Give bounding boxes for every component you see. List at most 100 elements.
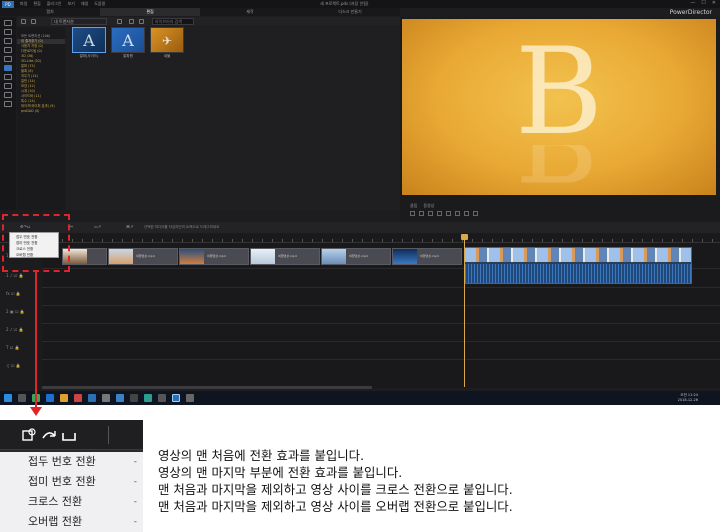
pip-room-icon[interactable] [4, 38, 12, 44]
title-room-icon[interactable] [4, 56, 12, 62]
minimize-icon[interactable]: — [690, 0, 695, 6]
taskbar-app-icon[interactable] [144, 394, 152, 402]
ruler-tick [612, 239, 613, 242]
menu-item-view[interactable]: 보기 [67, 1, 74, 7]
ruler-tick [472, 239, 473, 242]
search-icon[interactable] [18, 394, 26, 402]
ruler-tick [532, 239, 533, 242]
plugin-icon[interactable] [31, 19, 36, 24]
split-icon[interactable]: ✂ [70, 224, 73, 229]
tools-icon[interactable]: ⌘↗ [126, 224, 133, 229]
category-item[interactable]: proDAD (0) [17, 109, 65, 114]
transition-room-icon[interactable] [4, 65, 12, 71]
menu-item-prefix-transition[interactable]: 접두 번호 전환 - [0, 452, 143, 472]
import-icon[interactable] [21, 19, 26, 24]
video-track-2-label: 2 ▣ ☑ 🔒 [6, 309, 25, 314]
transition-thumbnail[interactable]: A 알파(사이드) [72, 27, 106, 61]
powerdirector-taskbar-icon[interactable] [172, 394, 180, 402]
bracket-icon[interactable] [62, 428, 76, 442]
taskbar-app-icon[interactable] [74, 394, 82, 402]
tab-edit[interactable]: 편집 [100, 8, 200, 16]
taskbar-app-icon[interactable] [88, 394, 96, 402]
selected-video-clip[interactable] [464, 247, 692, 284]
playhead[interactable] [464, 234, 465, 387]
tab-capture[interactable]: 캡처 [0, 8, 100, 16]
ruler-tick [552, 239, 553, 242]
play-icon[interactable] [410, 211, 415, 216]
timeline-tracks[interactable]: 여행영상.mp4 여행영상.mp4 여행영상.mp4 여행영상.mp4 여행영상… [42, 243, 720, 388]
redo-curve-icon[interactable] [42, 428, 56, 442]
view-icon[interactable] [117, 19, 122, 24]
fix-enhance-icon[interactable]: ▭↗ [94, 224, 101, 229]
timeline-clip[interactable]: 여행영상.mp4 [392, 248, 462, 265]
chapter-room-icon[interactable] [4, 92, 12, 98]
timeline-scrollbar[interactable] [42, 386, 372, 389]
taskbar-app-icon[interactable] [46, 394, 54, 402]
annotation-arrow-line [35, 272, 37, 408]
display-icon[interactable] [473, 211, 478, 216]
menu-item-playback[interactable]: 재생 [81, 1, 88, 7]
next-frame-icon[interactable] [437, 211, 442, 216]
taskbar-app-icon[interactable] [186, 394, 194, 402]
taskbar-app-icon[interactable] [116, 394, 124, 402]
timeline-ruler[interactable] [0, 233, 720, 243]
menu-bar: 파일 편집 플러그인 보기 재생 도움말 [20, 1, 105, 7]
effect-room-icon[interactable] [4, 29, 12, 35]
ruler-tick [662, 239, 663, 242]
particle-room-icon[interactable] [4, 47, 12, 53]
ruler-tick [242, 239, 243, 242]
menu-item-overlap-transition[interactable]: 오버랩 전환 - [0, 512, 143, 532]
taskbar-app-icon[interactable] [158, 394, 166, 402]
tab-produce[interactable]: 제작 [200, 8, 300, 16]
menu-item-edit[interactable]: 편집 [33, 1, 40, 7]
subtitle-room-icon[interactable] [4, 101, 12, 107]
list-icon[interactable] [139, 19, 144, 24]
zoomed-transition-menu: 접두 번호 전환 - 접미 번호 전환 - 크로스 전환 - 오버랩 전환 - [0, 420, 143, 532]
menu-item-cross-transition[interactable]: 크로스 전환 - [0, 492, 143, 512]
timeline-clip[interactable]: 여행영상.mp4 [108, 248, 178, 265]
grid-icon[interactable] [129, 19, 134, 24]
ruler-tick [72, 239, 73, 242]
transition-gear-icon[interactable] [22, 428, 36, 442]
stop-icon[interactable] [419, 211, 424, 216]
menu-item-plugin[interactable]: 플러그인 [47, 1, 62, 7]
transition-thumbnail[interactable]: ✈ 새물 [150, 27, 184, 61]
library-dropdown[interactable]: 내 트랜지션 [51, 18, 107, 25]
playhead-handle[interactable] [461, 234, 468, 240]
library-search-input[interactable]: 라이브러리 검색 [152, 18, 194, 25]
clip-label: 여행영상.mp4 [278, 254, 297, 258]
menu-item-file[interactable]: 파일 [20, 1, 27, 7]
ruler-tick [172, 239, 173, 242]
folder-icon[interactable] [60, 394, 68, 402]
taskbar-app-icon[interactable] [130, 394, 138, 402]
timeline-clip[interactable]: 여행영상.mp4 [250, 248, 320, 265]
ruler-tick [302, 239, 303, 242]
ruler-tick [202, 239, 203, 242]
maximize-icon[interactable]: ☐ [701, 0, 705, 6]
close-icon[interactable]: ✕ [712, 0, 716, 6]
snapshot-icon[interactable] [455, 211, 460, 216]
taskbar-app-icon[interactable] [102, 394, 110, 402]
preview-tab-clip[interactable]: 클립 [410, 203, 417, 209]
start-icon[interactable] [4, 394, 12, 402]
voice-room-icon[interactable] [4, 83, 12, 89]
media-room-icon[interactable] [4, 20, 12, 26]
ruler-tick [332, 239, 333, 242]
audio-room-icon[interactable] [4, 74, 12, 80]
menu-item-help[interactable]: 도움말 [94, 1, 105, 7]
menu-item-postfix-transition[interactable]: 접미 번호 전환 - [0, 472, 143, 492]
preview-tab-movie[interactable]: 동영상 [423, 203, 434, 209]
zoomed-menu-list: 접두 번호 전환 - 접미 번호 전환 - 크로스 전환 - 오버랩 전환 - [0, 452, 143, 532]
transition-thumbnail[interactable]: A 알파원 [111, 27, 145, 61]
volume-icon[interactable] [464, 211, 469, 216]
fast-forward-icon[interactable] [446, 211, 451, 216]
timeline-clip[interactable]: 여행영상.mp4 [179, 248, 249, 265]
tab-disc[interactable]: 디스크 만들기 [300, 8, 400, 16]
ruler-tick [222, 239, 223, 242]
timeline-clip[interactable]: 여행영상.mp4 [321, 248, 391, 265]
ruler-tick [132, 239, 133, 242]
ruler-tick [672, 239, 673, 242]
prev-frame-icon[interactable] [428, 211, 433, 216]
submenu-arrow-icon: - [133, 457, 137, 467]
ruler-tick [152, 239, 153, 242]
